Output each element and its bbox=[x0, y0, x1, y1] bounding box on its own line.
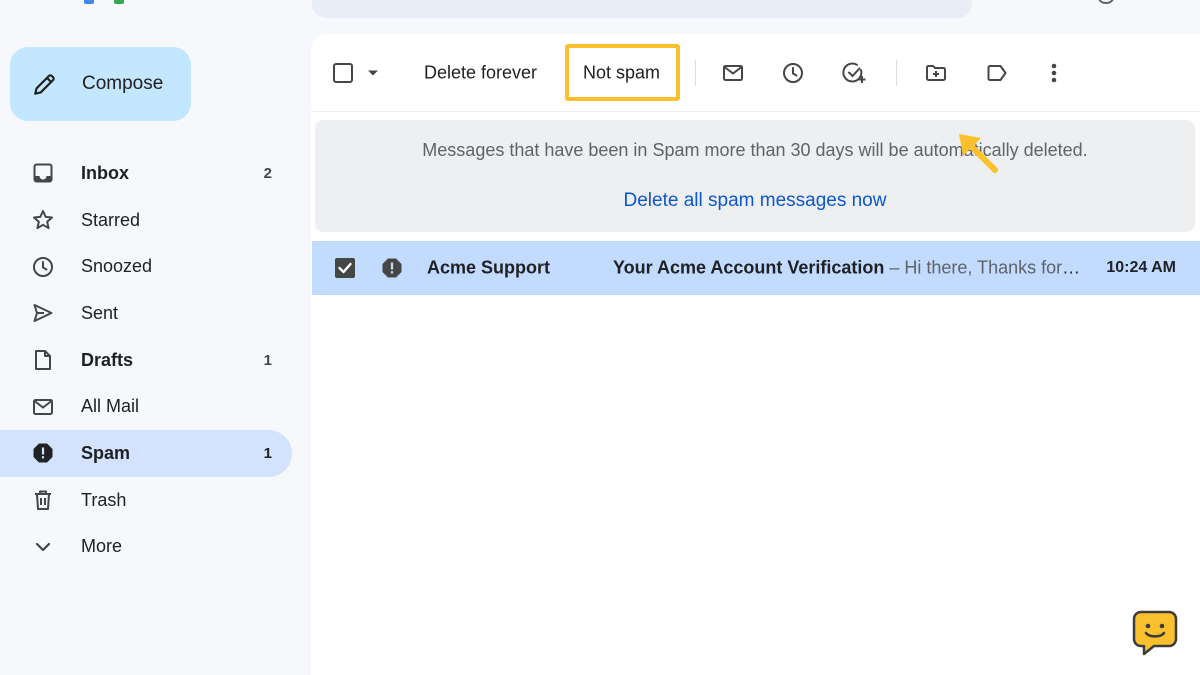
sidebar-item-more[interactable]: More bbox=[0, 524, 292, 571]
message-list-panel: Delete forever Not spam Messages that ha… bbox=[311, 34, 1200, 675]
not-spam-button[interactable]: Not spam bbox=[583, 62, 660, 83]
message-subject-snippet: Your Acme Account Verification – Hi ther… bbox=[613, 258, 1083, 279]
move-to-icon[interactable] bbox=[924, 61, 948, 85]
mail-icon bbox=[31, 395, 55, 419]
spam-notice-banner: Messages that have been in Spam more tha… bbox=[315, 120, 1195, 232]
sidebar-item-starred[interactable]: Starred bbox=[0, 197, 292, 244]
sidebar-nav: Inbox 2 Starred Snoozed Sent Drafts 1 Al… bbox=[0, 150, 292, 570]
toolbar-divider bbox=[896, 60, 897, 86]
delete-all-spam-link[interactable]: Delete all spam messages now bbox=[315, 190, 1195, 212]
message-time: 10:24 AM bbox=[1106, 259, 1176, 276]
sidebar-item-label: Snoozed bbox=[81, 256, 153, 277]
spam-warning-icon bbox=[380, 256, 404, 280]
chevron-down-icon bbox=[31, 535, 55, 559]
pointer-arrow-icon bbox=[959, 134, 998, 173]
sidebar-item-label: Spam bbox=[81, 442, 131, 463]
sidebar-item-label: More bbox=[81, 536, 123, 557]
sidebar-item-sent[interactable]: Sent bbox=[0, 290, 292, 337]
pencil-icon bbox=[32, 71, 58, 97]
inbox-icon bbox=[31, 161, 55, 185]
spam-icon bbox=[31, 441, 55, 465]
compose-label: Compose bbox=[82, 73, 164, 94]
sidebar-item-inbox[interactable]: Inbox 2 bbox=[0, 150, 292, 197]
delete-forever-button[interactable]: Delete forever bbox=[424, 62, 537, 83]
sidebar-item-label: All Mail bbox=[81, 396, 140, 417]
mark-as-unread-icon[interactable] bbox=[721, 61, 745, 85]
support-icon[interactable] bbox=[1098, 0, 1114, 4]
compose-button[interactable]: Compose bbox=[10, 47, 191, 121]
clock-icon bbox=[31, 255, 55, 279]
sidebar-item-label: Inbox bbox=[81, 162, 129, 183]
sidebar-item-label: Sent bbox=[81, 302, 119, 323]
spam-notice-text: Messages that have been in Spam more tha… bbox=[422, 140, 1088, 160]
draft-count: 1 bbox=[263, 351, 272, 369]
toolbar: Delete forever Not spam bbox=[311, 34, 1200, 112]
app-logo bbox=[84, 0, 124, 4]
sidebar-item-drafts[interactable]: Drafts 1 bbox=[0, 337, 292, 384]
unread-count: 2 bbox=[263, 164, 272, 182]
smiley-chat-icon[interactable] bbox=[1132, 610, 1178, 656]
star-icon bbox=[31, 208, 55, 232]
snooze-icon[interactable] bbox=[781, 61, 805, 85]
message-subject: Your Acme Account Verification bbox=[613, 257, 885, 278]
sidebar-item-trash[interactable]: Trash bbox=[0, 477, 292, 524]
message-snippet: Hi there, Thanks for signing up for an A… bbox=[904, 257, 1083, 278]
sidebar-item-label: Trash bbox=[81, 489, 127, 510]
draft-icon bbox=[31, 348, 55, 372]
sidebar-item-label: Drafts bbox=[81, 349, 134, 370]
sidebar-item-snoozed[interactable]: Snoozed bbox=[0, 243, 292, 290]
more-options-icon[interactable] bbox=[1049, 61, 1059, 85]
label-icon[interactable] bbox=[985, 61, 1009, 85]
sidebar-item-label: Starred bbox=[81, 209, 141, 230]
search-bar[interactable] bbox=[312, 0, 972, 18]
add-to-tasks-icon[interactable] bbox=[841, 60, 867, 86]
trash-icon bbox=[31, 488, 55, 512]
row-checkbox[interactable] bbox=[334, 257, 356, 279]
sidebar-item-spam[interactable]: Spam 1 bbox=[0, 430, 292, 477]
subject-separator: – bbox=[884, 257, 905, 278]
send-icon bbox=[31, 301, 55, 325]
select-all-checkbox[interactable] bbox=[332, 62, 354, 84]
header-actions bbox=[1098, 0, 1114, 4]
sidebar-item-all-mail[interactable]: All Mail bbox=[0, 383, 292, 430]
spam-count: 1 bbox=[263, 444, 272, 462]
table-row[interactable]: Acme Support Your Acme Account Verificat… bbox=[312, 241, 1200, 295]
toolbar-divider bbox=[695, 60, 696, 86]
select-dropdown-icon[interactable] bbox=[367, 67, 379, 79]
message-sender: Acme Support bbox=[427, 257, 551, 278]
